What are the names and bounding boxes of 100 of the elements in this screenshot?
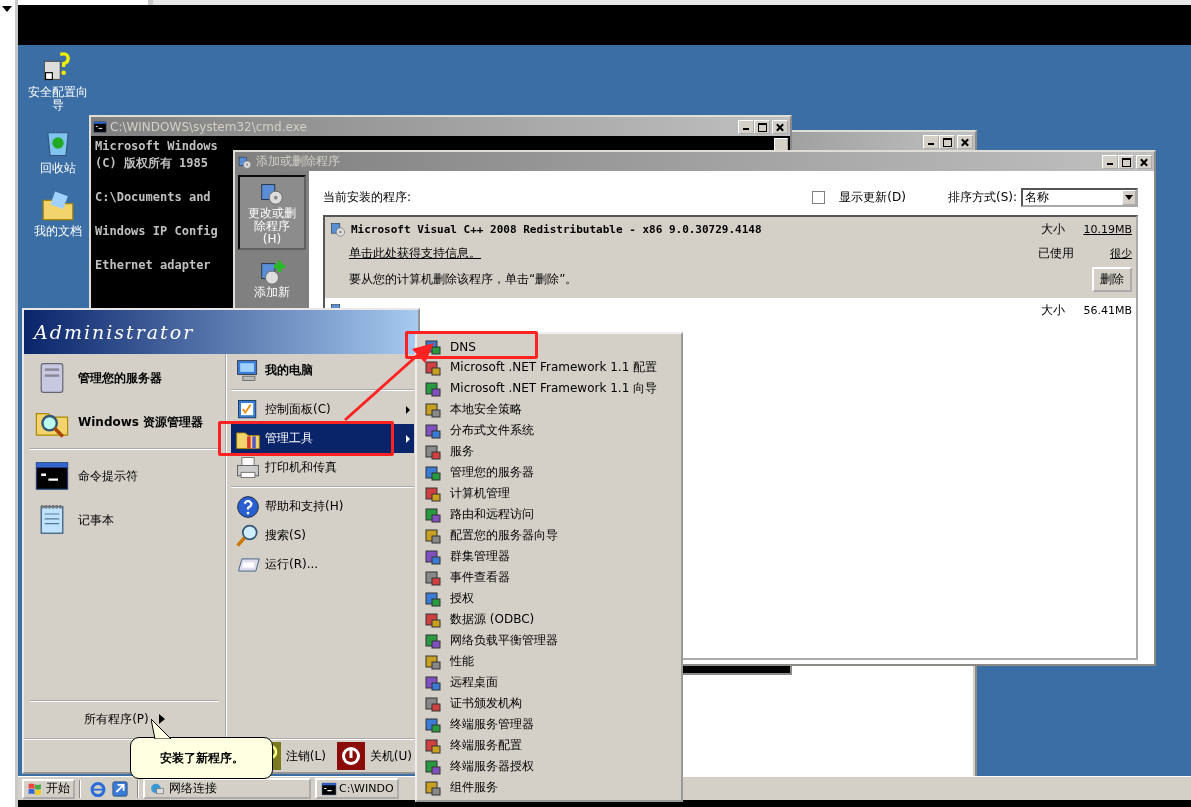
console-icon — [93, 119, 107, 134]
remove-hint: 要从您的计算机删除该程序，单击“删除”。 — [349, 271, 578, 288]
checkbox-label: 显示更新(D) — [839, 188, 906, 206]
menu-item[interactable]: 事件查看器 — [419, 567, 679, 588]
console-line: Ethernet adapter — [95, 257, 211, 274]
menu-item[interactable]: 打印机和传真 — [231, 453, 414, 482]
tool-icon — [425, 632, 441, 649]
support-link[interactable]: 单击此处获得支持信息。 — [349, 244, 481, 262]
heading-label: 当前安装的程序: — [323, 188, 412, 206]
size-label: 大小 — [1041, 220, 1066, 238]
tool-icon — [425, 758, 441, 775]
add-program-icon — [258, 258, 286, 286]
menu-item[interactable]: 群集管理器 — [419, 546, 679, 567]
menu-item[interactable]: 帮助和支持(H) — [231, 492, 414, 521]
menu-item[interactable]: 终端服务器授权 — [419, 756, 679, 777]
program-row[interactable]: Microsoft Visual C++ 2008 Redistributable - x86 9.0.30729.4148 大小 10.19MB 单击此处获得支持信息。 已使用 很少 要从您的计算机删除该程序，单击“删除”。 删除 — [325, 217, 1136, 298]
console-line: Windows IP Config — [95, 223, 218, 240]
tool-icon — [425, 527, 441, 544]
window-title: C:\WINDOWS\system32\cmd.exe — [110, 119, 307, 134]
usage-value[interactable]: 很少 — [1092, 245, 1132, 261]
tool-icon — [425, 485, 441, 502]
menu-item[interactable]: 性能 — [419, 651, 679, 672]
menu-item[interactable]: 管理您的服务器 — [419, 462, 679, 483]
console-line: C:\Documents and — [95, 189, 211, 206]
tool-icon — [425, 674, 441, 691]
tool-icon — [425, 779, 441, 796]
arrow-icon — [406, 434, 410, 443]
tool-icon — [425, 401, 441, 418]
tool-icon — [425, 380, 441, 397]
windows-flag-icon — [27, 780, 43, 797]
power-icon — [335, 741, 366, 771]
desktop-icon-label[interactable]: 回收站 — [23, 162, 93, 175]
taskbar-button[interactable]: C:\WINDO — [315, 778, 399, 799]
caret-icon[interactable] — [2, 6, 12, 12]
all-programs-button[interactable]: 所有程序(P) — [30, 706, 219, 732]
console-line: (C) 版权所有 1985 — [95, 155, 209, 172]
caret-icon — [1125, 194, 1133, 200]
arrow-icon — [406, 405, 410, 414]
menu-item[interactable]: 授权 — [419, 588, 679, 609]
arrow-icon — [158, 714, 165, 724]
menu-item[interactable]: 管理您的服务器 — [30, 356, 219, 400]
menu-item[interactable]: Microsoft .NET Framework 1.1 向导 — [419, 378, 679, 399]
desktop-icon-label[interactable]: 安全配置向导 — [23, 86, 93, 112]
menu-item[interactable]: 命令提示符 — [30, 454, 219, 498]
menu-item[interactable]: 管理工具 — [231, 424, 414, 453]
help-icon — [235, 493, 261, 520]
desktop-icon-label[interactable]: 我的文档 — [23, 225, 93, 238]
tool-icon — [425, 422, 441, 439]
search-icon — [235, 522, 261, 549]
start-button[interactable]: 开始 — [22, 778, 75, 799]
menu-item[interactable]: 我的电脑 — [231, 356, 414, 385]
checkbox[interactable] — [812, 190, 826, 204]
window-title: 添加或删除程序 — [256, 153, 340, 170]
sort-dropdown[interactable]: 名称 — [1021, 187, 1138, 207]
tool-icon — [425, 464, 441, 481]
tool-icon — [425, 611, 441, 628]
usage-label: 已使用 — [1038, 244, 1074, 262]
menu-item[interactable]: 远程桌面 — [419, 672, 679, 693]
folder-icon — [41, 189, 75, 223]
sort-label: 排序方式(S): — [947, 188, 1017, 206]
menu-item[interactable]: 组件服务 — [419, 777, 679, 798]
menu-item[interactable]: 计算机管理 — [419, 483, 679, 504]
menu-item[interactable]: 运行(R)... — [231, 550, 414, 579]
tool-icon — [425, 548, 441, 565]
menu-item[interactable]: 记事本 — [30, 498, 219, 542]
menu-item[interactable]: 服务 — [419, 441, 679, 462]
desktop-shortcut-icon[interactable] — [111, 779, 129, 798]
tool-icon — [425, 443, 441, 460]
printer-icon — [235, 454, 261, 481]
menu-item[interactable]: 终端服务管理器 — [419, 714, 679, 735]
tool-icon — [425, 653, 441, 670]
remove-button[interactable]: 删除 — [1092, 267, 1132, 292]
sidebar-button[interactable]: 添加新 — [238, 254, 306, 303]
menu-item[interactable]: Windows 资源管理器 — [30, 400, 219, 444]
menu-item[interactable]: 证书颁发机构 — [419, 693, 679, 714]
menu-item[interactable]: 配置您的服务器向导 — [419, 525, 679, 546]
shutdown-button[interactable]: 关机(U) — [335, 741, 412, 771]
taskbar-button[interactable]: 网络连接 — [143, 778, 311, 799]
size-value: 56.41MB — [1083, 303, 1132, 317]
menu-item[interactable]: 分布式文件系统 — [419, 420, 679, 441]
tool-icon — [425, 569, 441, 586]
tool-icon — [425, 590, 441, 607]
tool-icon — [425, 359, 441, 376]
program-name: Microsoft Visual C++ 2008 Redistributable - x86 9.0.30729.4148 — [351, 222, 762, 236]
user-name: Administrator — [24, 310, 418, 354]
menu-item[interactable]: Microsoft .NET Framework 1.1 配置 — [419, 357, 679, 378]
size-label: 大小 — [1041, 301, 1066, 319]
menu-item[interactable]: 控制面板(C) — [231, 395, 414, 424]
menu-item[interactable]: 数据源 (ODBC) — [419, 609, 679, 630]
browser-icon[interactable] — [89, 779, 107, 798]
console-icon — [321, 780, 337, 797]
tool-icon — [425, 695, 441, 712]
program-icon — [329, 220, 347, 238]
size-value[interactable]: 10.19MB — [1083, 222, 1132, 236]
menu-item[interactable]: 网络负载平衡管理器 — [419, 630, 679, 651]
menu-item[interactable]: 路由和远程访问 — [419, 504, 679, 525]
menu-item[interactable]: 搜索(S) — [231, 521, 414, 550]
menu-item[interactable]: 终端服务配置 — [419, 735, 679, 756]
tool-icon — [425, 737, 441, 754]
menu-item[interactable]: 本地安全策略 — [419, 399, 679, 420]
